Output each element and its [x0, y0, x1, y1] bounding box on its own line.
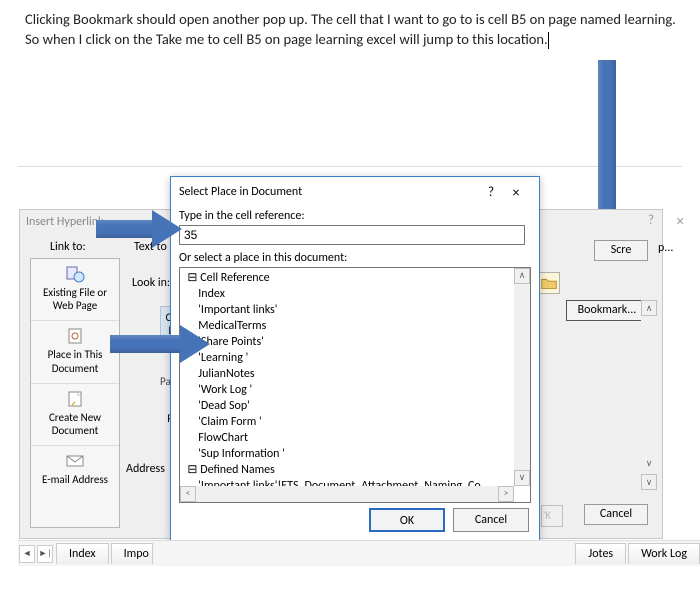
- screen-tip-ellipsis: p...: [658, 241, 673, 255]
- sheet-tab-index[interactable]: Index: [56, 543, 109, 564]
- screen-tip-button[interactable]: Scre: [594, 240, 648, 261]
- new-document-icon: [65, 390, 85, 408]
- select-place-dialog: Select Place in Document ? × Type in the…: [170, 176, 540, 541]
- close-icon[interactable]: ×: [501, 184, 531, 201]
- cell-ref-label: Type in the cell reference:: [171, 207, 539, 225]
- sheet-tab-worklog[interactable]: Work Log: [628, 543, 700, 564]
- link-to-panel: Existing File or Web Page Place in This …: [30, 258, 120, 528]
- sheet-tab-strip: ◄ ►| Index Impo Jotes Work Log: [18, 540, 700, 566]
- place-tree[interactable]: ⊟ Cell Reference Index 'Important links'…: [179, 267, 531, 503]
- tree-item[interactable]: ⊟ Cell Reference: [182, 270, 530, 286]
- tab-nav-prev[interactable]: ◄: [19, 545, 35, 563]
- cancel-button[interactable]: Cancel: [453, 508, 529, 532]
- ok-button-peek[interactable]: 'K: [541, 505, 563, 527]
- link-to-label: Link to:: [50, 240, 86, 254]
- instruction-text: Clicking Bookmark should open another po…: [25, 10, 680, 49]
- link-existing-file[interactable]: Existing File or Web Page: [31, 259, 119, 321]
- arrow-to-learning: [110, 325, 216, 363]
- help-icon[interactable]: ?: [481, 185, 501, 200]
- bookmark-button[interactable]: Bookmark...: [566, 300, 648, 321]
- document-target-icon: [65, 327, 85, 345]
- cancel-button[interactable]: Cancel: [584, 504, 648, 525]
- browse-folder-button[interactable]: [538, 272, 560, 294]
- ok-button[interactable]: OK: [369, 508, 445, 532]
- tree-item[interactable]: Index: [182, 286, 530, 302]
- dialog-title: Select Place in Document: [179, 185, 302, 199]
- tree-item[interactable]: MedicalTerms: [182, 318, 530, 334]
- sheet-tab-important[interactable]: Impo: [111, 543, 153, 564]
- envelope-icon: [65, 452, 85, 470]
- globe-page-icon: [65, 265, 85, 283]
- cell-reference-input[interactable]: [179, 225, 525, 245]
- arrow-to-textbox: [96, 210, 190, 248]
- tree-item[interactable]: 'Claim Form ': [182, 414, 530, 430]
- look-in-label: Look in:: [132, 276, 170, 290]
- tree-item[interactable]: 'Sup Information ': [182, 446, 530, 462]
- list-scrollbar[interactable]: ∧ ∨ ∨: [641, 300, 657, 490]
- close-icon[interactable]: ×: [677, 213, 684, 231]
- tree-item[interactable]: FlowChart: [182, 430, 530, 446]
- tree-item[interactable]: 'Important links': [182, 302, 530, 318]
- folder-open-icon: [539, 273, 559, 293]
- tab-nav-next[interactable]: ►|: [37, 545, 53, 563]
- or-select-label: Or select a place in this document:: [171, 249, 539, 267]
- tree-item[interactable]: 'Learning ': [182, 350, 530, 366]
- link-place-in-doc[interactable]: Place in This Document: [31, 321, 119, 383]
- link-create-new[interactable]: Create New Document: [31, 384, 119, 446]
- tree-item[interactable]: ⊟ Defined Names: [182, 462, 530, 478]
- tree-item[interactable]: JulianNotes: [182, 366, 530, 382]
- tree-item[interactable]: 'Share Points': [182, 334, 530, 350]
- help-icon[interactable]: ?: [648, 213, 654, 228]
- divider: [18, 166, 682, 167]
- sheet-tab-notes[interactable]: Jotes: [575, 543, 626, 564]
- link-email-address[interactable]: E-mail Address: [31, 446, 119, 494]
- address-label: Address: [126, 462, 165, 476]
- tree-item[interactable]: 'Work Log ': [182, 382, 530, 398]
- tree-item[interactable]: 'Dead Sop': [182, 398, 530, 414]
